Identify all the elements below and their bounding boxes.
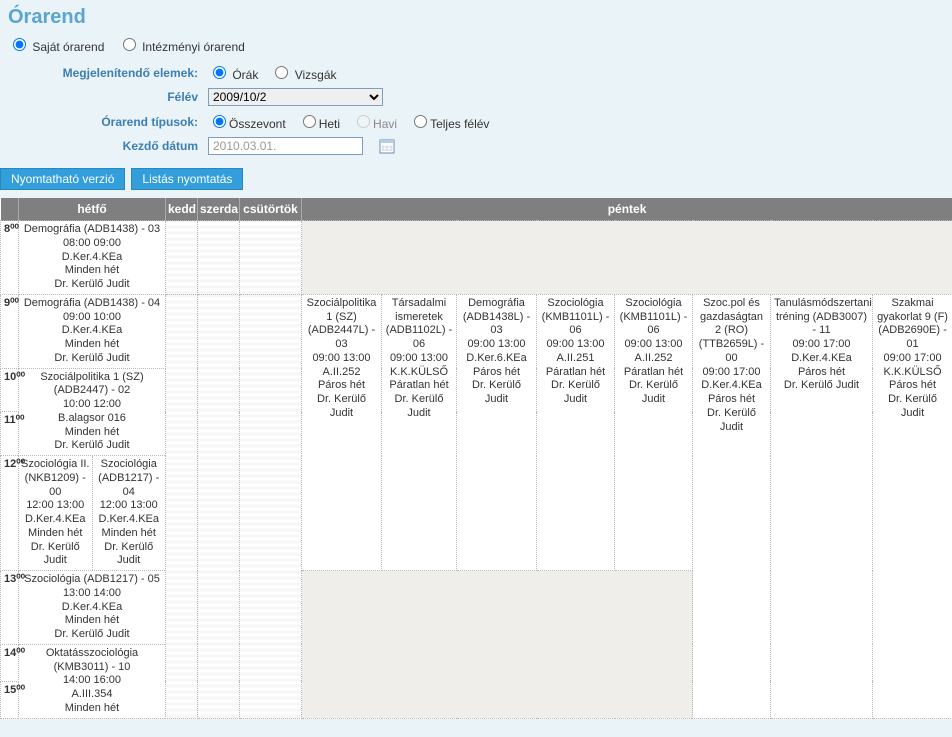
- event-mon-13[interactable]: Szociológia (ADB1217) - 05 13:00 14:00 D…: [19, 571, 166, 645]
- event-fri-6[interactable]: Szoc.pol és gazdaságtan 2 (RO) (TTB2659L…: [693, 294, 771, 718]
- hour-12: 12⁰⁰: [1, 456, 19, 571]
- start-date-label: Kezdő dátum: [8, 139, 208, 153]
- institutional-schedule-radio-input[interactable]: [123, 38, 136, 51]
- event-mon-12[interactable]: Szociológia II. (NKB1209) - 00 12:00 13:…: [19, 456, 166, 571]
- type-full-input[interactable]: [414, 115, 427, 128]
- hour-15: 15⁰⁰: [1, 681, 19, 718]
- own-schedule-radio[interactable]: Saját órarend: [8, 40, 108, 54]
- event-fri-4[interactable]: Szociológia (KMB1101L) - 06 09:00 13:00 …: [537, 294, 615, 570]
- printable-button[interactable]: Nyomtatható verzió: [0, 168, 125, 190]
- exams-radio-input[interactable]: [275, 66, 288, 79]
- col-friday: péntek: [302, 198, 952, 221]
- type-full-radio[interactable]: Teljes félév: [409, 112, 489, 131]
- event-mon-12a[interactable]: Szociológia II. (NKB1209) - 00 12:00 13:…: [19, 456, 93, 570]
- type-monthly-input: [357, 115, 370, 128]
- time-header: [1, 198, 19, 221]
- display-elements-label: Megjelenítendő elemek:: [8, 66, 208, 80]
- semester-label: Félév: [8, 90, 208, 104]
- cell-tue-rest: [166, 294, 198, 718]
- cell-wed-rest: [198, 294, 240, 718]
- type-weekly-input[interactable]: [303, 115, 316, 128]
- event-mon-10[interactable]: Szociálpolitika 1 (SZ) (ADB2447) - 02 10…: [19, 368, 166, 456]
- classes-radio-text: Órák: [232, 68, 258, 82]
- event-fri-7[interactable]: Tanulásmódszertani tréning (ADB3007) - 1…: [771, 294, 873, 718]
- schedule-types-label: Órarend típusok:: [8, 115, 208, 129]
- institutional-schedule-label: Intézményi órarend: [142, 40, 245, 54]
- hour-10: 10⁰⁰: [1, 368, 19, 412]
- hour-13: 13⁰⁰: [1, 571, 19, 645]
- hour-11: 11⁰⁰: [1, 412, 19, 456]
- start-date-input[interactable]: [208, 137, 363, 155]
- col-tuesday: kedd: [166, 198, 198, 221]
- calendar-icon[interactable]: [379, 138, 395, 154]
- type-aggregate-radio[interactable]: Összevont: [208, 112, 286, 131]
- semester-select[interactable]: 2009/10/2: [208, 88, 383, 106]
- cell-wed-8: [198, 221, 240, 295]
- event-fri-8[interactable]: Szakmai gyakorlat 9 (F) (ADB2690E) - 01 …: [873, 294, 952, 718]
- schedule-table: hétfő kedd szerda csütörtök péntek 8⁰⁰ D…: [0, 198, 952, 719]
- classes-radio-input[interactable]: [213, 66, 226, 79]
- list-print-button[interactable]: Listás nyomtatás: [131, 168, 243, 190]
- event-fri-3[interactable]: Demográfia (ADB1438L) - 03 09:00 13:00 D…: [457, 294, 537, 570]
- col-monday: hétfő: [19, 198, 166, 221]
- cell-tue-8: [166, 221, 198, 295]
- col-wednesday: szerda: [198, 198, 240, 221]
- own-schedule-label: Saját órarend: [32, 40, 104, 54]
- own-schedule-radio-input[interactable]: [13, 38, 26, 51]
- classes-radio[interactable]: Órák: [208, 63, 258, 82]
- page-title: Órarend: [0, 0, 952, 33]
- type-aggregate-input[interactable]: [213, 115, 226, 128]
- exams-radio[interactable]: Vizsgák: [270, 63, 336, 82]
- type-weekly-radio[interactable]: Heti: [298, 112, 340, 131]
- event-fri-1[interactable]: Szociálpolitika 1 (SZ) (ADB2447L) - 03 0…: [302, 294, 382, 570]
- exams-radio-text: Vizsgák: [295, 68, 337, 82]
- type-monthly-radio[interactable]: Havi: [352, 112, 397, 131]
- type-full-text: Teljes félév: [430, 117, 489, 131]
- event-mon-12b[interactable]: Szociológia (ADB1217) - 04 12:00 13:00 D…: [93, 456, 166, 570]
- cell-thu-8: [240, 221, 302, 295]
- cell-fri-bottom: [302, 571, 693, 719]
- event-mon-14[interactable]: Oktatásszociológia (KMB3011) - 10 14:00 …: [19, 644, 166, 718]
- hour-14: 14⁰⁰: [1, 644, 19, 681]
- hour-9: 9⁰⁰: [1, 294, 19, 368]
- event-fri-5[interactable]: Szociológia (KMB1101L) - 06 09:00 13:00 …: [615, 294, 693, 570]
- col-thursday: csütörtök: [240, 198, 302, 221]
- event-fri-2[interactable]: Társadalmi ismeretek (ADB1102L) - 06 09:…: [382, 294, 457, 570]
- institutional-schedule-radio[interactable]: Intézményi órarend: [118, 40, 245, 54]
- cell-fri-8: [302, 221, 952, 295]
- type-monthly-text: Havi: [373, 117, 397, 131]
- hour-8: 8⁰⁰: [1, 221, 19, 295]
- cell-thu-rest: [240, 294, 302, 718]
- event-mon-9[interactable]: Demográfia (ADB1438) - 04 09:00 10:00 D.…: [19, 294, 166, 368]
- type-weekly-text: Heti: [319, 117, 340, 131]
- type-aggregate-text: Összevont: [229, 117, 286, 131]
- view-mode-row: Saját órarend Intézményi órarend: [0, 33, 952, 60]
- event-mon-8[interactable]: Demográfia (ADB1438) - 03 08:00 09:00 D.…: [19, 221, 166, 295]
